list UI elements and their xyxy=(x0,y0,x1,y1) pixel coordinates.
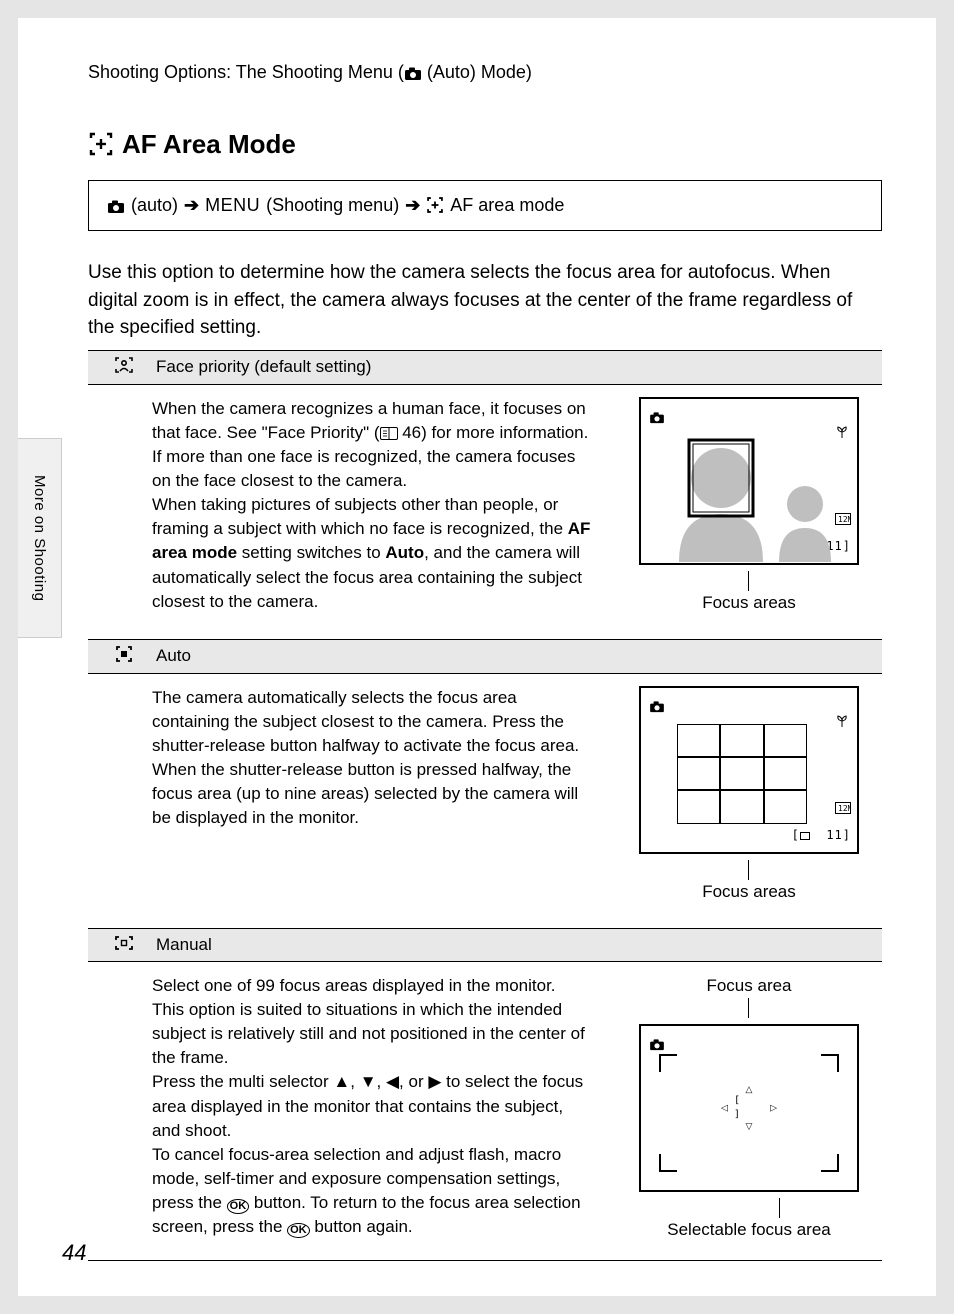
lcd-face: 12M [ 11] xyxy=(639,397,859,565)
text-paragraph: Select one of 99 focus areas displayed i… xyxy=(152,974,592,1071)
row-text: When the camera recognizes a human face,… xyxy=(152,397,592,615)
caption-line-top: Focus area xyxy=(706,974,791,1018)
row-body-manual: Select one of 99 focus areas displayed i… xyxy=(88,962,882,1261)
breadcrumb-suffix: (Auto) Mode) xyxy=(427,62,532,82)
illustration-caption: Selectable focus area xyxy=(667,1218,831,1242)
ok-button-icon: OK xyxy=(287,1223,310,1238)
side-tab-more-on-shooting: More on Shooting xyxy=(18,438,62,638)
illustration-manual: Focus area △ ▽ ◁ ▷ [ ] Selectable focu xyxy=(616,974,882,1242)
left-triangle-icon: ◁ xyxy=(721,1102,728,1115)
arrow-icon: ➔ xyxy=(405,195,420,216)
row-header-auto: Auto xyxy=(88,639,882,674)
text-fragment: When taking pictures of subjects other t… xyxy=(152,495,568,538)
ok-button-icon: OK xyxy=(227,1199,250,1214)
row-header-face-priority: Face priority (default setting) xyxy=(88,350,882,385)
book-ref-icon xyxy=(380,423,398,442)
illustration-caption: Focus area xyxy=(706,974,791,998)
lcd-auto: 12M [ 11] xyxy=(639,686,859,854)
right-arrow-icon: ▶ xyxy=(428,1070,441,1094)
illustration-caption: Focus areas xyxy=(702,880,796,904)
page-title-row: AF Area Mode xyxy=(88,129,882,160)
manual-af-icon xyxy=(92,935,156,955)
down-arrow-icon: ▼ xyxy=(360,1070,377,1094)
text-fragment: setting switches to xyxy=(237,543,385,562)
breadcrumb-prefix: Shooting Options: The Shooting Menu ( xyxy=(88,62,404,82)
row-body-face-priority: When the camera recognizes a human face,… xyxy=(88,385,882,639)
row-header-label: Auto xyxy=(156,646,878,666)
nav-menu-paren: (Shooting menu) xyxy=(266,195,399,216)
nav-af-label: AF area mode xyxy=(450,195,564,216)
up-arrow-icon: ▲ xyxy=(333,1070,350,1094)
breadcrumb: Shooting Options: The Shooting Menu ( (A… xyxy=(88,62,882,83)
nav-auto-label: (auto) xyxy=(131,195,178,216)
side-tab-label: More on Shooting xyxy=(31,475,48,601)
row-header-manual: Manual xyxy=(88,928,882,962)
af-area-icon xyxy=(88,131,114,159)
text-bold: Auto xyxy=(385,543,424,562)
shots-remaining: [ 11] xyxy=(792,827,851,844)
row-text: Select one of 99 focus areas displayed i… xyxy=(152,974,592,1242)
svg-text:12M: 12M xyxy=(838,804,851,813)
people-scene xyxy=(649,431,849,563)
text-fragment: button again. xyxy=(310,1217,413,1236)
focus-selector: △ ▽ ◁ ▷ [ ] xyxy=(717,1085,781,1131)
af-area-icon xyxy=(426,195,444,216)
menu-path-box: (auto) ➔ MENU (Shooting menu) ➔ AF area … xyxy=(88,180,882,231)
macro-icon xyxy=(835,714,849,733)
auto-af-icon xyxy=(92,646,156,667)
camera-icon xyxy=(649,696,665,720)
sep: , xyxy=(377,1072,386,1091)
sep: , xyxy=(350,1072,359,1091)
illustration-face: 12M [ 11] Focus xyxy=(616,397,882,615)
text-paragraph: The camera automatically selects the foc… xyxy=(152,686,592,831)
left-arrow-icon: ◀ xyxy=(386,1070,399,1094)
illustration-auto: 12M [ 11] Focus areas xyxy=(616,686,882,904)
face-priority-icon xyxy=(92,357,156,378)
row-body-auto: The camera automatically selects the foc… xyxy=(88,674,882,928)
sep: , or xyxy=(399,1072,428,1091)
arrow-icon: ➔ xyxy=(184,195,199,216)
nav-menu-label: MENU xyxy=(205,195,260,216)
camera-icon xyxy=(649,407,665,431)
focus-bracket-icon: [ ] xyxy=(734,1094,764,1122)
caption-line-bottom: Selectable focus area xyxy=(667,1198,831,1242)
row-header-label: Face priority (default setting) xyxy=(156,357,878,377)
page-title: AF Area Mode xyxy=(122,129,296,160)
illustration-caption: Focus areas xyxy=(702,591,796,615)
row-text: The camera automatically selects the foc… xyxy=(152,686,592,904)
quality-icon: 12M xyxy=(835,802,851,820)
focus-grid xyxy=(677,724,807,824)
camera-icon xyxy=(404,62,422,82)
row-header-label: Manual xyxy=(156,935,878,955)
lcd-manual: △ ▽ ◁ ▷ [ ] xyxy=(639,1024,859,1192)
shots-count: 11 xyxy=(826,828,842,842)
right-triangle-icon: ▷ xyxy=(770,1102,777,1115)
caption-line: Focus areas xyxy=(702,860,796,904)
text-fragment: Press the multi selector xyxy=(152,1072,333,1091)
page: More on Shooting Shooting Options: The S… xyxy=(18,18,936,1296)
camera-icon xyxy=(107,195,125,216)
page-number: 44 xyxy=(62,1240,86,1266)
caption-line: Focus areas xyxy=(702,571,796,615)
intro-paragraph: Use this option to determine how the cam… xyxy=(88,259,882,342)
